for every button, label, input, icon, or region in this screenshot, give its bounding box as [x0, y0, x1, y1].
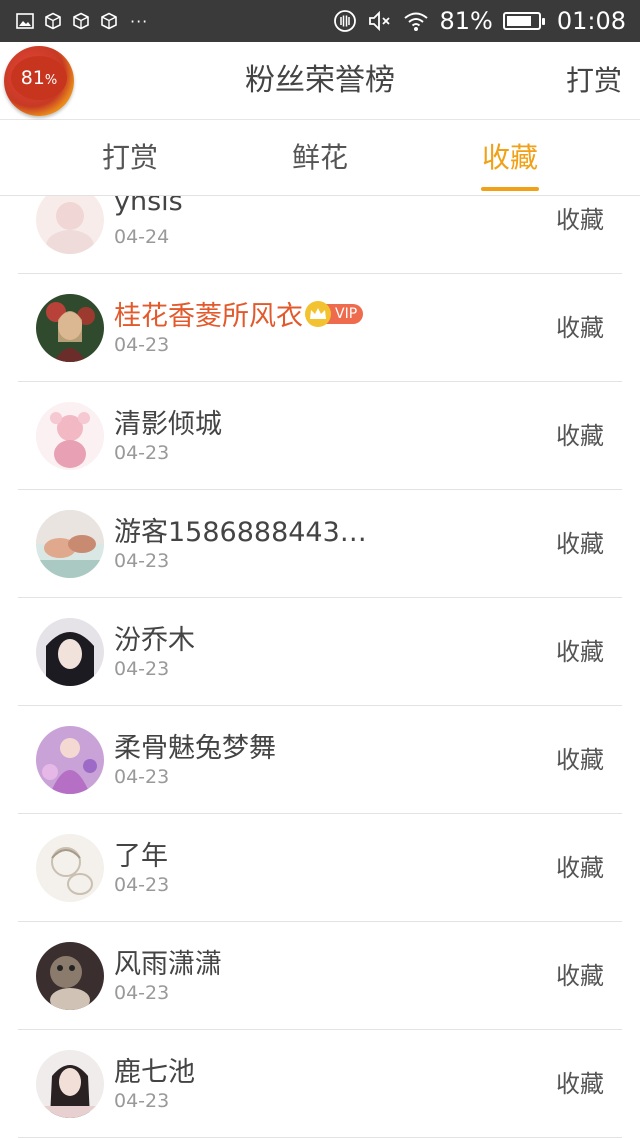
- battery-percent: 81%: [439, 7, 493, 35]
- fan-date: 04-23: [114, 442, 170, 464]
- fan-name: 了年: [114, 841, 168, 872]
- fan-name: 游客1586888443…: [114, 517, 367, 548]
- package-icon: [73, 12, 89, 30]
- list-item[interactable]: 柔骨魅兔梦舞 04-23 收藏: [18, 706, 622, 814]
- avatar: [36, 942, 104, 1010]
- fan-name: 鹿七池: [114, 1057, 195, 1088]
- fan-name: yhsis: [114, 196, 183, 217]
- fan-date: 04-23: [114, 766, 170, 788]
- fan-date: 04-23: [114, 1090, 170, 1112]
- avatar: [36, 510, 104, 578]
- vibrate-icon: [334, 10, 357, 32]
- list-item[interactable]: 汾乔木 04-23 收藏: [18, 598, 622, 706]
- reward-button[interactable]: 打赏: [566, 42, 622, 120]
- fan-name: 柔骨魅兔梦舞: [114, 733, 276, 764]
- fan-list: yhsis 04-24 收藏 桂花香菱所风衣 VIP 04-23 收藏 清影倾城 …: [0, 196, 640, 1138]
- fan-action: 收藏: [556, 854, 604, 882]
- avatar: [36, 402, 104, 470]
- list-item[interactable]: 游客1586888443… 04-23 收藏: [18, 490, 622, 598]
- fan-date: 04-23: [114, 982, 170, 1004]
- fan-action: 收藏: [556, 1070, 604, 1098]
- gallery-icon: [16, 13, 34, 29]
- mute-icon: [369, 10, 391, 32]
- avatar: [36, 196, 104, 254]
- tab-reward[interactable]: 打赏: [80, 120, 180, 196]
- package-icon: [45, 12, 61, 30]
- fan-action: 收藏: [556, 314, 604, 342]
- avatar: [36, 834, 104, 902]
- package-icon: [101, 12, 117, 30]
- wifi-icon: [404, 12, 429, 31]
- fan-name: 汾乔木: [114, 625, 195, 656]
- fan-date: 04-23: [114, 334, 170, 356]
- fan-date: 04-23: [114, 874, 170, 896]
- list-item[interactable]: yhsis 04-24 收藏: [18, 196, 622, 274]
- fan-date: 04-23: [114, 550, 170, 572]
- fan-date: 04-24: [114, 226, 170, 248]
- list-item[interactable]: 了年 04-23 收藏: [18, 814, 622, 922]
- fan-action: 收藏: [556, 638, 604, 666]
- overflow-indicator: ···: [130, 11, 149, 31]
- progress-badge[interactable]: 81%: [4, 46, 74, 116]
- avatar: [36, 294, 104, 362]
- avatar: [36, 618, 104, 686]
- page-title: 粉丝荣誉榜: [245, 63, 395, 98]
- crown-icon: [305, 300, 331, 327]
- vip-badge: VIP: [305, 300, 364, 327]
- tab-favorites[interactable]: 收藏: [460, 120, 560, 196]
- fan-name: 风雨潇潇: [114, 949, 222, 980]
- fan-action: 收藏: [556, 530, 604, 558]
- fan-action: 收藏: [556, 206, 604, 234]
- fan-date: 04-23: [114, 658, 170, 680]
- list-item[interactable]: 风雨潇潇 04-23 收藏: [18, 922, 622, 1030]
- badge-value: 81%: [20, 67, 58, 89]
- fan-action: 收藏: [556, 746, 604, 774]
- avatar: [36, 1050, 104, 1118]
- list-item[interactable]: 清影倾城 04-23 收藏: [18, 382, 622, 490]
- tab-active-indicator: [481, 187, 539, 191]
- list-item[interactable]: 桂花香菱所风衣 VIP 04-23 收藏: [18, 274, 622, 382]
- avatar: [36, 726, 104, 794]
- tab-bar: 打赏 鲜花 收藏: [0, 120, 640, 196]
- status-bar: ··· 81% 01:08: [0, 0, 640, 42]
- clock: 01:08: [556, 7, 626, 35]
- battery-icon: [502, 12, 545, 30]
- fan-name: 桂花香菱所风衣 VIP: [114, 294, 364, 333]
- fan-action: 收藏: [556, 962, 604, 990]
- tab-flowers[interactable]: 鲜花: [270, 120, 370, 196]
- fan-name: 清影倾城: [114, 409, 222, 440]
- fan-action: 收藏: [556, 422, 604, 450]
- list-item[interactable]: 鹿七池 04-23 收藏: [18, 1030, 622, 1138]
- header: 粉丝荣誉榜 81% 打赏: [0, 42, 640, 120]
